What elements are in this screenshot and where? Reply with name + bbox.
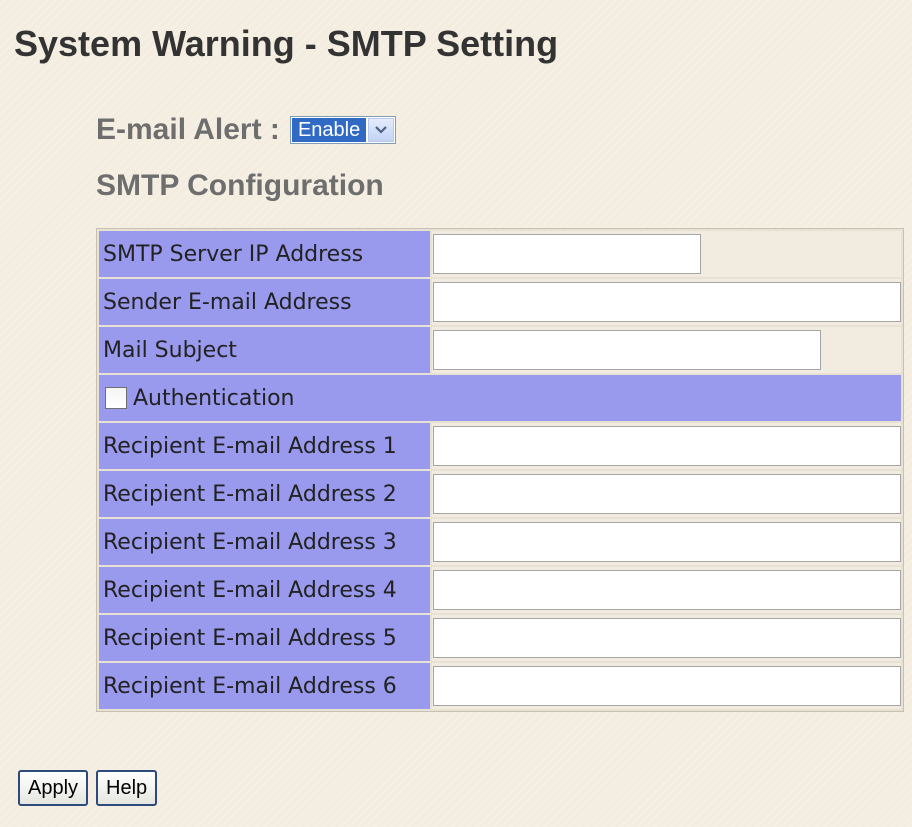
table-row: Recipient E-mail Address 5: [99, 615, 901, 661]
table-row: Sender E-mail Address: [99, 279, 901, 325]
table-row: SMTP Server IP Address: [99, 231, 901, 277]
mail-subject-cell: [432, 327, 901, 373]
smtp-config-table: SMTP Server IP Address Sender E-mail Add…: [96, 228, 904, 712]
table-row: Recipient E-mail Address 1: [99, 423, 901, 469]
smtp-configuration-title: SMTP Configuration: [96, 169, 384, 202]
help-button[interactable]: Help: [96, 770, 158, 806]
smtp-server-ip-input[interactable]: [433, 234, 701, 274]
recipient-email-5-label: Recipient E-mail Address 5: [99, 615, 430, 661]
table-row: Authentication: [99, 375, 901, 421]
sender-email-cell: [432, 279, 901, 325]
email-alert-label: E-mail Alert :: [96, 113, 280, 146]
authentication-row: Authentication: [99, 375, 901, 421]
recipient-email-1-input[interactable]: [433, 426, 901, 466]
recipient-email-3-input[interactable]: [433, 522, 901, 562]
email-alert-selected-value: Enable: [291, 118, 367, 142]
mail-subject-input[interactable]: [433, 330, 821, 370]
smtp-server-ip-label: SMTP Server IP Address: [99, 231, 430, 277]
authentication-checkbox[interactable]: [105, 387, 127, 409]
table-row: Mail Subject: [99, 327, 901, 373]
sender-email-input[interactable]: [433, 282, 901, 322]
recipient-email-5-input[interactable]: [433, 618, 901, 658]
recipient-email-6-label: Recipient E-mail Address 6: [99, 663, 430, 709]
recipient-email-3-label: Recipient E-mail Address 3: [99, 519, 430, 565]
sender-email-label: Sender E-mail Address: [99, 279, 430, 325]
recipient-email-6-input[interactable]: [433, 666, 901, 706]
recipient-email-6-cell: [432, 663, 901, 709]
table-row: Recipient E-mail Address 6: [99, 663, 901, 709]
chevron-down-icon[interactable]: [368, 118, 395, 142]
authentication-label: Authentication: [133, 385, 295, 411]
recipient-email-2-input[interactable]: [433, 474, 901, 514]
table-row: Recipient E-mail Address 2: [99, 471, 901, 517]
recipient-email-4-label: Recipient E-mail Address 4: [99, 567, 430, 613]
recipient-email-4-input[interactable]: [433, 570, 901, 610]
authentication-wrap: Authentication: [105, 386, 901, 411]
recipient-email-3-cell: [432, 519, 901, 565]
recipient-email-1-label: Recipient E-mail Address 1: [99, 423, 430, 469]
recipient-email-2-cell: [432, 471, 901, 517]
table-row: Recipient E-mail Address 3: [99, 519, 901, 565]
email-alert-select[interactable]: Enable: [289, 116, 397, 144]
email-alert-row: E-mail Alert : Enable: [96, 108, 397, 152]
button-row: Apply Help: [18, 770, 158, 806]
smtp-server-ip-cell: [432, 231, 901, 277]
mail-subject-label: Mail Subject: [99, 327, 430, 373]
table-row: Recipient E-mail Address 4: [99, 567, 901, 613]
recipient-email-4-cell: [432, 567, 901, 613]
apply-button[interactable]: Apply: [18, 770, 89, 806]
recipient-email-2-label: Recipient E-mail Address 2: [99, 471, 430, 517]
page-title: System Warning - SMTP Setting: [14, 23, 559, 64]
recipient-email-5-cell: [432, 615, 901, 661]
recipient-email-1-cell: [432, 423, 901, 469]
